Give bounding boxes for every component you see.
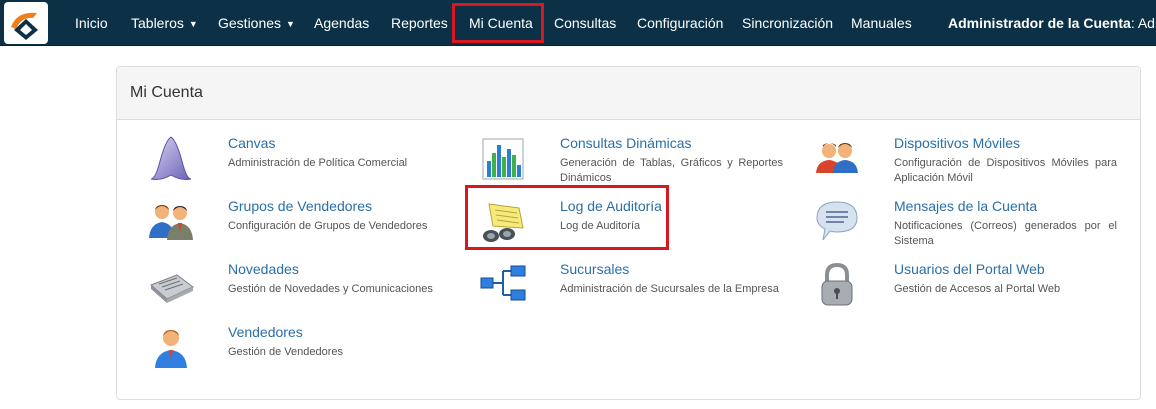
item-novedades: Novedades Gestión de Novedades y Comunic… bbox=[147, 261, 457, 319]
user-icon bbox=[147, 324, 195, 372]
nav-manuales[interactable]: Manuales bbox=[851, 0, 912, 46]
item-title-link[interactable]: Sucursales bbox=[560, 261, 629, 277]
hierarchy-icon bbox=[479, 261, 527, 309]
item-dispositivos-moviles: Dispositivos Móviles Configuración de Di… bbox=[813, 135, 1123, 193]
item-title-link[interactable]: Dispositivos Móviles bbox=[894, 135, 1020, 151]
nav-label: Consultas bbox=[554, 15, 617, 31]
item-title-link[interactable]: Consultas Dinámicas bbox=[560, 135, 692, 151]
nav-label: Sincronización bbox=[742, 15, 834, 31]
item-description: Notificaciones (Correos) generados por e… bbox=[894, 220, 1117, 247]
padlock-icon bbox=[813, 261, 861, 309]
item-log-auditoria: Log de Auditoría Log de Auditoría bbox=[479, 198, 789, 256]
nav-label: Agendas bbox=[314, 15, 370, 31]
panel-heading: Mi Cuenta bbox=[117, 67, 1140, 120]
item-canvas: Canvas Administración de Política Comerc… bbox=[147, 135, 457, 193]
binoculars-icon bbox=[479, 198, 527, 246]
user-role: Administrador de la Cuenta bbox=[948, 15, 1131, 31]
item-sucursales: Sucursales Administración de Sucursales … bbox=[479, 261, 789, 319]
nav-user-menu[interactable]: Administrador de la Cuenta: Admin bbox=[948, 0, 1156, 46]
caret-down-icon: ▼ bbox=[286, 19, 295, 29]
item-usuarios-portal: Usuarios del Portal Web Gestión de Acces… bbox=[813, 261, 1123, 319]
nav-consultas[interactable]: Consultas bbox=[554, 0, 616, 46]
nav-gestiones[interactable]: Gestiones ▼ bbox=[218, 0, 295, 46]
item-description: Configuración de Grupos de Vendedores bbox=[228, 220, 428, 232]
nav-label: Manuales bbox=[851, 15, 912, 31]
nav-mi-cuenta[interactable]: Mi Cuenta bbox=[469, 0, 533, 46]
item-title-link[interactable]: Mensajes de la Cuenta bbox=[894, 198, 1037, 214]
nav-label: Inicio bbox=[75, 15, 108, 31]
speech-bubble-icon bbox=[813, 198, 861, 246]
nav-configuracion[interactable]: Configuración bbox=[637, 0, 723, 46]
nav-sincronizacion[interactable]: Sincronización bbox=[742, 0, 833, 46]
item-description: Gestión de Novedades y Comunicaciones bbox=[228, 283, 433, 295]
item-title-link[interactable]: Grupos de Vendedores bbox=[228, 198, 372, 214]
item-vendedores: Vendedores Gestión de Vendedores bbox=[147, 324, 457, 382]
item-title-link[interactable]: Novedades bbox=[228, 261, 299, 277]
brand-logo[interactable] bbox=[4, 2, 48, 44]
item-description: Gestión de Accesos al Portal Web bbox=[894, 283, 1061, 295]
caret-down-icon: ▼ bbox=[188, 19, 198, 29]
canvas-icon bbox=[147, 135, 195, 183]
business-users-icon bbox=[147, 198, 195, 246]
item-grupos-vendedores: Grupos de Vendedores Configuración de Gr… bbox=[147, 198, 457, 256]
nav-label: Reportes bbox=[391, 15, 448, 31]
newspaper-icon bbox=[147, 261, 195, 309]
panel-title: Mi Cuenta bbox=[130, 84, 203, 101]
item-title-link[interactable]: Usuarios del Portal Web bbox=[894, 261, 1045, 277]
nav-label: Tableros bbox=[131, 15, 184, 31]
item-title-link[interactable]: Canvas bbox=[228, 135, 275, 151]
user-name: : Admin bbox=[1130, 15, 1156, 31]
nav-label: Mi Cuenta bbox=[469, 15, 533, 31]
mi-cuenta-panel: Mi Cuenta Canvas Administración de Polít… bbox=[116, 66, 1141, 400]
nav-inicio[interactable]: Inicio bbox=[75, 0, 108, 46]
nav-reportes[interactable]: Reportes bbox=[391, 0, 448, 46]
top-navbar: Inicio Tableros ▼ Gestiones ▼ Agendas Repo… bbox=[0, 0, 1156, 46]
nav-label: Configuración bbox=[637, 15, 724, 31]
chart-icon bbox=[479, 135, 527, 183]
item-mensajes-cuenta: Mensajes de la Cuenta Notificaciones (Co… bbox=[813, 198, 1123, 256]
item-description: Configuración de Dispositivos Móviles pa… bbox=[894, 157, 1117, 184]
item-title-link[interactable]: Log de Auditoría bbox=[560, 198, 662, 214]
nav-label: Gestiones bbox=[218, 15, 282, 31]
item-description: Administración de Política Comercial bbox=[228, 157, 408, 169]
item-description: Log de Auditoría bbox=[560, 220, 641, 232]
item-description: Gestión de Vendedores bbox=[228, 346, 343, 358]
item-title-link[interactable]: Vendedores bbox=[228, 324, 303, 340]
users-group-icon bbox=[813, 135, 861, 183]
item-description: Administración de Sucursales de la Empre… bbox=[560, 283, 779, 295]
item-description: Generación de Tablas, Gráficos y Reporte… bbox=[560, 157, 783, 184]
nav-agendas[interactable]: Agendas bbox=[314, 0, 369, 46]
logo-icon bbox=[11, 12, 38, 40]
item-consultas-dinamicas: Consultas Dinámicas Generación de Tablas… bbox=[479, 135, 789, 193]
nav-tableros[interactable]: Tableros ▼ bbox=[131, 0, 198, 46]
